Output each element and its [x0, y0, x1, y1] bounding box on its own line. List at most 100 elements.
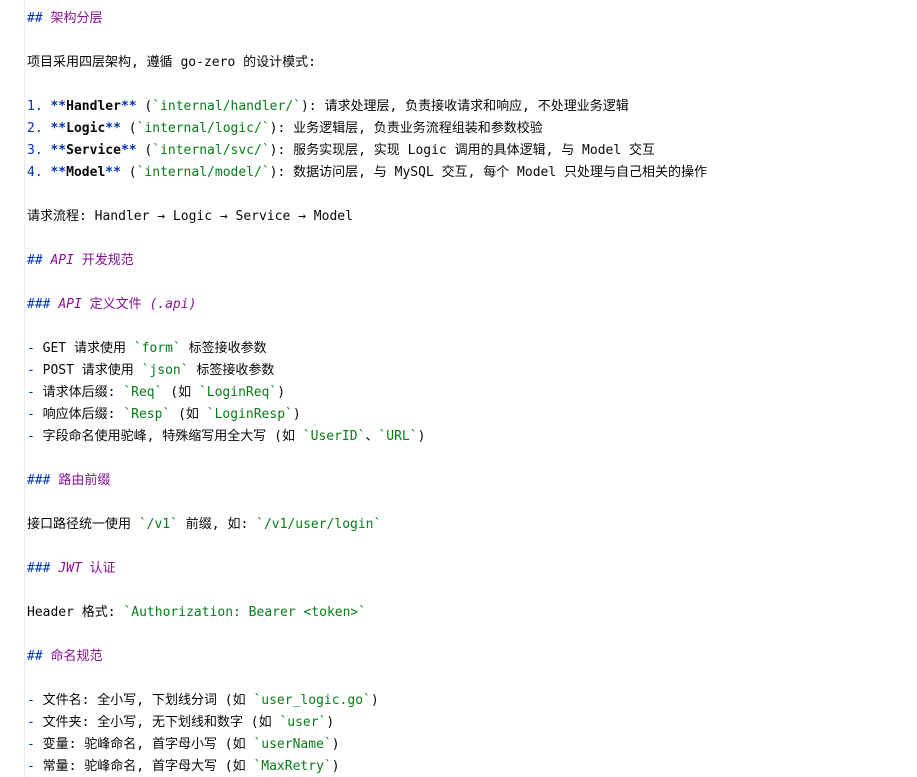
editor-line[interactable]: [27, 316, 917, 338]
line-token: 前缀, 如:: [177, 517, 257, 532]
editor-line[interactable]: - 常量: 驼峰命名, 首字母大写 (如 `MaxRetry`): [27, 756, 917, 777]
line-token: `: [363, 693, 371, 708]
line-token: ): [326, 715, 335, 730]
line-token: ): 业务逻辑层, 负责业务流程组装和参数校验: [269, 121, 543, 136]
editor-line[interactable]: - 文件名: 全小写, 下划线分词 (如 `user_logic.go`): [27, 690, 917, 712]
editor-line[interactable]: - 字段命名使用驼峰, 特殊缩写用全大写 (如 `UserID`、`URL`): [27, 426, 917, 448]
line-token: (如: [170, 407, 207, 422]
editor-line[interactable]: [27, 30, 917, 52]
line-token: JWT: [58, 561, 82, 576]
editor-line[interactable]: 1. **Handler** (`internal/handler/`): 请求…: [27, 96, 917, 118]
editor-line[interactable]: - POST 请求使用 `json` 标签接收参数: [27, 360, 917, 382]
markdown-editor[interactable]: ## 架构分层 项目采用四层架构, 遵循 go-zero 的设计模式: 1. **H…: [0, 0, 917, 777]
editor-line[interactable]: ### JWT 认证: [27, 558, 917, 580]
editor-line[interactable]: [27, 272, 917, 294]
line-token: ): 数据访问层, 与 MySQL 交互, 每个 Model 只处理与自己相关的…: [269, 165, 708, 180]
line-token: 标签接收参数: [188, 363, 275, 378]
editor-line[interactable]: ## 架构分层: [27, 8, 917, 30]
line-token: 、: [365, 429, 379, 444]
editor-line[interactable]: 4. **Model** (`internal/model/`): 数据访问层,…: [27, 162, 917, 184]
line-token: `: [152, 99, 161, 114]
editor-line[interactable]: [27, 536, 917, 558]
line-token: /v1/user/login: [263, 517, 374, 532]
line-token: ): [417, 429, 426, 444]
line-token: 变量: 驼峰命名, 首字母小写 (如: [42, 737, 254, 752]
line-token: `: [261, 121, 270, 136]
line-token: `: [323, 759, 332, 774]
line-token: `: [123, 385, 132, 400]
editor-line[interactable]: 项目采用四层架构, 遵循 go-zero 的设计模式:: [27, 52, 917, 74]
line-token: ###: [27, 297, 59, 312]
line-token: API: [58, 297, 82, 312]
line-token: 接口路径统一使用: [27, 517, 139, 532]
line-token: LoginReq: [206, 385, 270, 400]
editor-line[interactable]: [27, 74, 917, 96]
line-token: `: [123, 407, 132, 422]
editor-line[interactable]: [27, 668, 917, 690]
line-token: Authorization: Bearer <token>: [131, 605, 359, 620]
line-token: /v1: [146, 517, 171, 532]
editor-line[interactable]: [27, 184, 917, 206]
line-token: 1.: [27, 99, 51, 114]
editor-line[interactable]: [27, 624, 917, 646]
editor-line[interactable]: ## 命名规范: [27, 646, 917, 668]
line-token: (: [136, 99, 153, 114]
line-token: `: [180, 363, 189, 378]
editor-line[interactable]: ### API 定义文件 (.api): [27, 294, 917, 316]
line-token: **: [105, 121, 121, 136]
editor-line[interactable]: [27, 492, 917, 514]
line-token: ): [277, 385, 286, 400]
editor-line[interactable]: - GET 请求使用 `form` 标签接收参数: [27, 338, 917, 360]
line-token: `: [302, 429, 311, 444]
line-token: 认证: [81, 561, 116, 576]
line-token: ##: [27, 253, 51, 268]
line-token: Logic: [66, 121, 106, 136]
editor-line[interactable]: [27, 228, 917, 250]
line-token: `: [409, 429, 418, 444]
editor-line[interactable]: 请求流程: Handler → Logic → Service → Model: [27, 206, 917, 228]
line-token: -: [27, 407, 43, 422]
editor-line[interactable]: ### 路由前缀: [27, 470, 917, 492]
line-token: -: [27, 737, 43, 752]
line-token: `: [285, 407, 293, 422]
line-token: json: [149, 363, 181, 378]
line-token: API: [50, 253, 74, 268]
line-token: `: [323, 737, 332, 752]
line-token: 开发规范: [73, 253, 134, 268]
editor-line[interactable]: [27, 448, 917, 470]
line-token: 响应体后缀:: [42, 407, 124, 422]
line-token: `: [152, 143, 161, 158]
line-token: ##: [27, 649, 51, 664]
line-token: internal/handler/: [160, 99, 294, 114]
line-token: **: [50, 165, 67, 180]
editor-line[interactable]: - 请求体后缀: `Req` (如 `LoginReq`): [27, 382, 917, 404]
editor-line[interactable]: - 响应体后缀: `Resp` (如 `LoginResp`): [27, 404, 917, 426]
line-token: `: [293, 99, 301, 114]
line-token: 请求体后缀:: [42, 385, 124, 400]
editor-line[interactable]: - 变量: 驼峰命名, 首字母小写 (如 `userName`): [27, 734, 917, 756]
editor-line[interactable]: 2. **Logic** (`internal/logic/`): 业务逻辑层,…: [27, 118, 917, 140]
line-token: ): 服务实现层, 实现 Logic 调用的具体逻辑, 与 Model 交互: [269, 143, 656, 158]
editor-line[interactable]: - 文件夹: 全小写, 无下划线和数字 (如 `user`): [27, 712, 917, 734]
line-token: **: [50, 99, 67, 114]
line-token: `: [373, 517, 382, 532]
line-token: `: [261, 143, 270, 158]
line-token: internal/svc/: [160, 143, 262, 158]
editor-line[interactable]: Header 格式: `Authorization: Bearer <token…: [27, 602, 917, 624]
line-token: `: [261, 165, 270, 180]
editor-line[interactable]: 3. **Service** (`internal/svc/`): 服务实现层,…: [27, 140, 917, 162]
line-token: form: [141, 341, 173, 356]
line-token: ##: [27, 11, 51, 26]
line-token: MaxRetry: [261, 759, 324, 774]
line-token: POST 请求使用: [42, 363, 142, 378]
line-token: 2.: [27, 121, 51, 136]
line-token: 文件夹: 全小写, 无下划线和数字 (如: [42, 715, 280, 730]
line-token: **: [50, 121, 67, 136]
line-token: 定义文件: [81, 297, 150, 312]
editor-content[interactable]: ## 架构分层 项目采用四层架构, 遵循 go-zero 的设计模式: 1. **H…: [27, 8, 917, 777]
editor-line[interactable]: 接口路径统一使用 `/v1` 前缀, 如: `/v1/user/login`: [27, 514, 917, 536]
editor-line[interactable]: ## API 开发规范: [27, 250, 917, 272]
line-token: (: [136, 143, 153, 158]
editor-line[interactable]: [27, 580, 917, 602]
line-token: 字段命名使用驼峰, 特殊缩写用全大写 (如: [42, 429, 303, 444]
